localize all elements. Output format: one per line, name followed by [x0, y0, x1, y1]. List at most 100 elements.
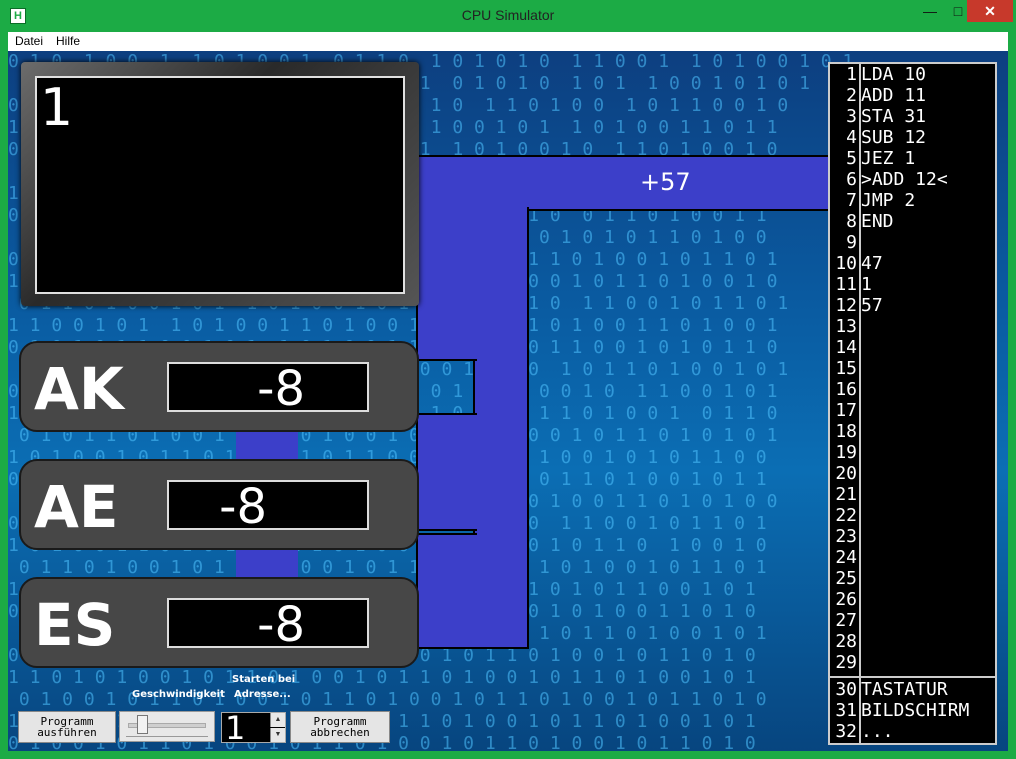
slider-thumb[interactable]: [137, 715, 148, 734]
menu-hilfe[interactable]: Hilfe: [56, 34, 80, 48]
memory-row[interactable]: 23: [830, 526, 995, 547]
memory-row[interactable]: 17: [830, 400, 995, 421]
memory-address: 9: [846, 232, 857, 253]
register-ak: AK -8: [19, 341, 419, 432]
title-bar: H CPU Simulator — □ ✕: [0, 0, 1016, 32]
memory-row[interactable]: 20: [830, 463, 995, 484]
memory-row[interactable]: 31 BILDSCHIRM: [830, 700, 995, 721]
memory-address: 18: [835, 421, 857, 442]
memory-value: 47: [861, 253, 883, 274]
register-ae: AE -8: [19, 459, 419, 550]
memory-address: 12: [835, 295, 857, 316]
memory-address: 3: [846, 106, 857, 127]
register-name: AE: [34, 473, 119, 541]
memory-address: 14: [835, 337, 857, 358]
memory-address: 6: [846, 169, 857, 190]
register-value-box: -8: [167, 479, 369, 535]
start-address-spinner[interactable]: 1 ▲ ▼: [221, 709, 286, 747]
abort-program-button[interactable]: Programm abbrechen: [290, 711, 390, 743]
memory-row[interactable]: 14: [830, 337, 995, 358]
memory-row[interactable]: 7 JMP 2: [830, 190, 995, 211]
start-address-value: 1: [225, 709, 246, 747]
memory-row[interactable]: 13: [830, 316, 995, 337]
memory-address: 21: [835, 484, 857, 505]
register-name: AK: [34, 355, 124, 423]
memory-row[interactable]: 12 57: [830, 295, 995, 316]
speed-label: Geschwindigkeit: [132, 689, 225, 700]
memory-address: 31: [835, 700, 857, 721]
memory-address: 25: [835, 568, 857, 589]
memory-value: STA 31: [861, 106, 927, 127]
slider-ticks: [126, 736, 208, 740]
register-value-box: -8: [167, 361, 369, 417]
menu-datei[interactable]: Datei: [15, 34, 43, 48]
register-value: -8: [257, 361, 305, 417]
memory-value: LDA 10: [861, 64, 927, 85]
memory-row[interactable]: 26: [830, 589, 995, 610]
register-value-box: -8: [167, 597, 369, 653]
memory-row[interactable]: 11 1: [830, 274, 995, 295]
memory-row[interactable]: 16: [830, 379, 995, 400]
memory-value: SUB 12: [861, 127, 927, 148]
spin-down-icon[interactable]: ▼: [270, 728, 285, 742]
memory-address: 24: [835, 547, 857, 568]
memory-row[interactable]: 10 47: [830, 253, 995, 274]
start-address-label-1: Starten bei: [232, 674, 296, 685]
speed-slider[interactable]: [119, 711, 215, 742]
memory-address: 15: [835, 358, 857, 379]
memory-row[interactable]: 5 JEZ 1: [830, 148, 995, 169]
memory-row[interactable]: 25: [830, 568, 995, 589]
memory-row[interactable]: 4 SUB 12: [830, 127, 995, 148]
memory-row[interactable]: 1 LDA 10: [830, 64, 995, 85]
memory-row[interactable]: 2 ADD 11: [830, 85, 995, 106]
memory-address: 11: [835, 274, 857, 295]
memory-row[interactable]: 9: [830, 232, 995, 253]
memory-address: 32: [835, 721, 857, 742]
memory-address: 10: [835, 253, 857, 274]
memory-address: 17: [835, 400, 857, 421]
memory-address: 2: [846, 85, 857, 106]
memory-row[interactable]: 19: [830, 442, 995, 463]
memory-address: 26: [835, 589, 857, 610]
memory-row[interactable]: 21: [830, 484, 995, 505]
memory-row[interactable]: 8 END: [830, 211, 995, 232]
run-program-button[interactable]: Programm ausführen: [18, 711, 116, 743]
memory-address: 13: [835, 316, 857, 337]
memory-address: 5: [846, 148, 857, 169]
memory-address: 4: [846, 127, 857, 148]
memory-value: >ADD 12<: [861, 169, 948, 190]
memory-row[interactable]: 22: [830, 505, 995, 526]
memory-row[interactable]: 15: [830, 358, 995, 379]
spin-up-icon[interactable]: ▲: [270, 713, 285, 727]
run-button-line2: ausführen: [37, 726, 97, 739]
memory-row[interactable]: 27: [830, 610, 995, 631]
memory-value: 1: [861, 274, 872, 295]
register-name: ES: [34, 591, 116, 659]
memory-address: 7: [846, 190, 857, 211]
memory-address: 28: [835, 631, 857, 652]
close-button[interactable]: ✕: [967, 0, 1013, 22]
output-screen: 1: [21, 62, 419, 306]
memory-row[interactable]: 30 TASTATUR: [830, 679, 995, 700]
memory-row[interactable]: 29: [830, 652, 995, 673]
output-text: 1: [40, 78, 74, 138]
memory-row[interactable]: 6 >ADD 12<: [830, 169, 995, 190]
memory-value: JMP 2: [861, 190, 916, 211]
bus-branch-ae: [416, 533, 477, 649]
memory-row[interactable]: 24: [830, 547, 995, 568]
window-title: CPU Simulator: [461, 7, 555, 23]
memory-address: 16: [835, 379, 857, 400]
memory-panel: 1 LDA 10 2 ADD 11 3 STA 31 4 SUB 12 5 JEZ 1 6 >ADD …: [828, 62, 997, 745]
memory-row[interactable]: 28: [830, 631, 995, 652]
memory-row[interactable]: 18: [830, 421, 995, 442]
memory-row[interactable]: 3 STA 31: [830, 106, 995, 127]
data-bus-vertical: [473, 207, 529, 649]
memory-row[interactable]: 32...: [830, 721, 995, 742]
minimize-button[interactable]: —: [916, 0, 944, 22]
memory-address: 27: [835, 610, 857, 631]
register-value: -8: [219, 479, 267, 535]
memory-address: 1: [846, 64, 857, 85]
menu-bar: Datei Hilfe: [8, 32, 1008, 51]
data-bus-horizontal: [416, 155, 832, 211]
bus-branch-screen: [416, 207, 477, 361]
